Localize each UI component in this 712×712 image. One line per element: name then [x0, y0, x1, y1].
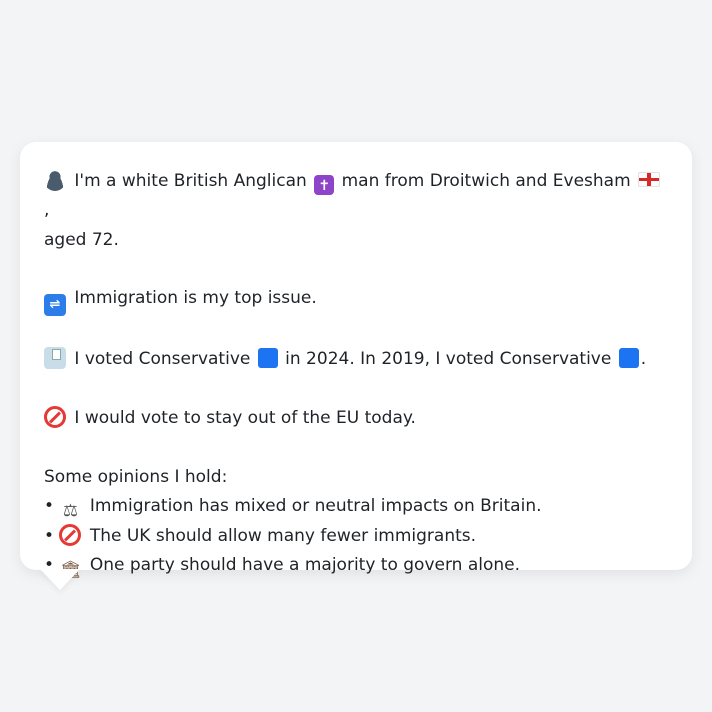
england-flag-icon [638, 172, 661, 187]
bullet: • [44, 495, 55, 516]
opinion-item: • ⚖ Immigration has mixed or neutral imp… [44, 492, 668, 522]
balance-scale-icon: ⚖ [62, 500, 79, 521]
opinion-item: • 🏛 One party should have a majority to … [44, 551, 668, 581]
latin-cross-icon: ✝ [314, 175, 335, 195]
intro-text-b: man from Droitwich and Evesham [341, 171, 631, 191]
speech-bubble-tail [40, 569, 80, 590]
intro-line: I'm a white British Anglican ✝ man from … [44, 167, 668, 255]
intro-text-d: aged 72. [44, 229, 119, 250]
vote-text-c: . [640, 349, 647, 370]
top-issue-line: ⇌ Immigration is my top issue. [44, 284, 668, 317]
bullet: • [44, 525, 55, 546]
blue-square-icon [257, 348, 278, 369]
opinion-text: Immigration has mixed or neutral impacts… [89, 495, 542, 516]
eu-text: I would vote to stay out of the EU today… [74, 408, 416, 429]
opinion-item: • The UK should allow many fewer immigra… [44, 522, 668, 551]
vote-text-a: I voted Conservative [74, 349, 251, 370]
passport-control-icon: ⇌ [44, 294, 66, 317]
blue-square-icon [618, 348, 639, 369]
person-silhouette-icon [44, 169, 66, 191]
vote-line: I voted Conservative in 2024. In 2019, I… [44, 345, 668, 374]
vote-text-b: in 2024. In 2019, I voted Conservative [285, 349, 612, 370]
opinion-text: One party should have a majority to gove… [89, 555, 521, 576]
opinions-heading: Some opinions I hold: [44, 466, 228, 487]
eu-line: I would vote to stay out of the EU today… [44, 404, 668, 433]
intro-text-c: , [44, 200, 50, 221]
no-entry-icon [44, 406, 66, 429]
intro-text-a: I'm a white British Anglican [74, 171, 307, 191]
ballot-box-icon [44, 347, 66, 370]
persona-card: I'm a white British Anglican ✝ man from … [20, 142, 692, 580]
no-entry-icon [59, 523, 82, 546]
opinion-text: The UK should allow many fewer immigrant… [89, 525, 477, 546]
top-issue-text: Immigration is my top issue. [74, 288, 317, 309]
